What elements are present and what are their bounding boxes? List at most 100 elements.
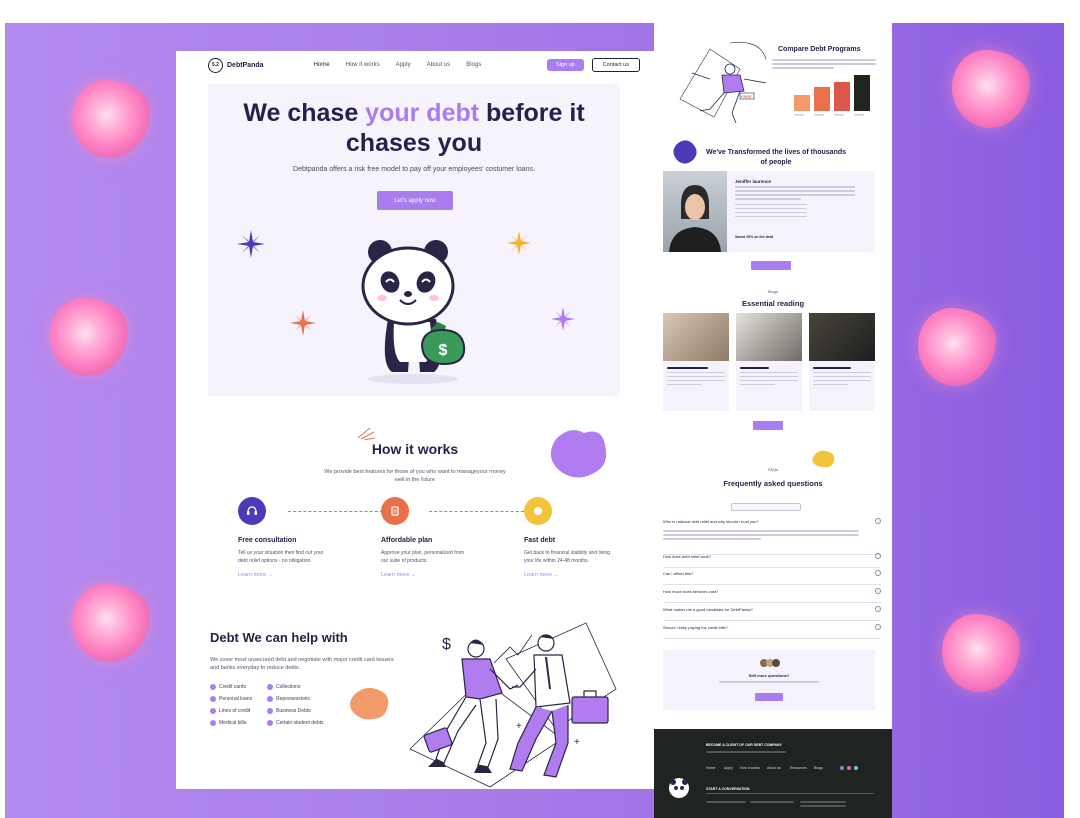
blogs-tag: Blogs [767, 289, 778, 294]
footer-link[interactable]: Home [706, 766, 715, 770]
faq-item[interactable]: Who is national debt relief and why shou… [663, 518, 881, 555]
see-more-blogs-button[interactable] [753, 421, 783, 430]
chevron-down-icon [875, 553, 881, 559]
debt-type-item: Lines of credit [210, 708, 267, 714]
hero-section: We chase your debt before it chases you … [208, 84, 620, 396]
debt-type-label: Personal loans [219, 696, 253, 702]
step-title: Fast debt [524, 537, 556, 544]
nav-about-us[interactable]: About us [427, 62, 451, 68]
check-icon [267, 684, 273, 690]
blog-card[interactable] [736, 313, 802, 411]
compare-programs-title: Compare Debt Programs [778, 46, 861, 53]
check-icon [267, 708, 273, 714]
contact-button[interactable]: Contact us [591, 58, 640, 72]
nav-blogs[interactable]: Blogs [466, 62, 481, 68]
comparison-bar-chart [794, 75, 870, 116]
nav-apply[interactable]: Apply [396, 62, 411, 68]
site-footer: BECOME A CLIENT OF OUR DEBT COMPANY Home… [654, 729, 892, 818]
footer-link[interactable]: How it works [740, 766, 760, 770]
blog-card[interactable] [809, 313, 875, 411]
debt-type-item: Credit cards [210, 684, 267, 690]
chevron-down-icon [875, 518, 881, 524]
faq-item[interactable]: How does debt relief work? [663, 553, 881, 568]
compare-programs-text [772, 59, 876, 73]
faq-item[interactable]: Can i afford this? [663, 570, 881, 585]
faq-question: What makes me a good candidate for DebtP… [663, 607, 753, 612]
step-title: Free consultation [238, 537, 297, 544]
sparkle-icon [551, 307, 575, 331]
purple-blob-decoration [550, 430, 607, 478]
testimonials-title: We've Transformed the lives of thousands… [706, 149, 847, 166]
more-questions-title: Still more questions? [748, 673, 790, 678]
instagram-icon[interactable] [847, 766, 851, 770]
step-description: Tell us your situation then find out you… [238, 550, 324, 564]
landing-page-left: 5.2 DebtPanda Home How it works Apply Ab… [176, 51, 654, 789]
faq-question: Should i keep paying my credit bills? [663, 625, 728, 630]
debt-type-item: Repossessions [267, 696, 347, 702]
step-description: Get back to financial stability and livi… [524, 550, 610, 564]
check-icon [267, 720, 273, 726]
nav-how-it-works[interactable]: How it works [346, 62, 380, 68]
chevron-down-icon [875, 606, 881, 612]
check-icon [210, 684, 216, 690]
sparkle-icon [290, 310, 316, 336]
learn-more-link[interactable]: Learn more → [238, 572, 328, 578]
faq-question: How much does services cost? [663, 589, 719, 594]
testimonial-saved: Saved 25% on the debt [735, 235, 774, 239]
debt-type-label: Medical bills [219, 720, 247, 726]
panda-logo-icon: 5.2 [208, 57, 223, 73]
panda-mascot-illustration: $ [361, 240, 466, 384]
faq-question: Who is national debt relief and why shou… [663, 519, 759, 524]
footer-link[interactable]: About us [767, 766, 781, 770]
svg-text:+: + [574, 737, 580, 748]
testimonial-name: Jeniffer laurence [735, 179, 772, 184]
step-description: Approve your plan, personalized from our… [381, 550, 465, 564]
sparkle-icon [237, 230, 265, 258]
blog-image [736, 313, 802, 361]
footer-link[interactable]: Resources [790, 766, 807, 770]
check-icon [210, 708, 216, 714]
testimonial-cta-button[interactable] [751, 261, 791, 270]
debt-type-item: Certain student debts [267, 720, 347, 726]
debt-type-item: Business Debts [267, 708, 347, 714]
indigo-blob-decoration [673, 140, 697, 164]
debt-section-subtitle: We cover most unsecured debt and negotia… [210, 657, 394, 671]
footer-link[interactable]: Blogs [814, 766, 823, 770]
signup-button[interactable]: Sign up [547, 59, 584, 71]
debt-type-label: Business Debts [276, 708, 311, 714]
debt-type-item: Personal loans [210, 696, 267, 702]
apply-now-button[interactable]: Let's apply now [377, 191, 453, 210]
faq-title: Frequently asked questions [723, 479, 823, 488]
coin-icon [524, 497, 552, 525]
learn-more-link[interactable]: Learn more → [381, 572, 471, 578]
yellow-blob-decoration [812, 450, 835, 468]
hero-title-accent: your debt [365, 99, 480, 127]
superhero-illustration: FREE [679, 42, 767, 124]
faq-item[interactable]: What makes me a good candidate for DebtP… [663, 606, 881, 621]
faq-item[interactable]: Should i keep paying my credit bills? [663, 624, 881, 639]
step-title: Affordable plan [381, 537, 433, 544]
faq-search-input[interactable] [731, 503, 801, 511]
facebook-icon[interactable] [840, 766, 844, 770]
faq-item[interactable]: How much does services cost? [663, 588, 881, 603]
blog-card[interactable] [663, 313, 729, 411]
brand-logo[interactable]: 5.2 DebtPanda [208, 57, 264, 73]
handshake-illustration: $ + + [409, 622, 617, 788]
learn-more-link[interactable]: Learn more → [524, 572, 614, 578]
get-in-touch-button[interactable] [755, 693, 783, 701]
team-avatars-icon [760, 659, 780, 667]
panda-logo-icon [669, 778, 689, 798]
nav-home[interactable]: Home [314, 62, 330, 68]
blog-image [809, 313, 875, 361]
footer-link[interactable]: Apply [724, 766, 733, 770]
social-icons [840, 766, 858, 770]
twitter-icon[interactable] [854, 766, 858, 770]
testimonial-photo [663, 171, 727, 252]
debt-type-item: Collections [267, 684, 347, 690]
more-questions-card: Still more questions? [663, 650, 875, 710]
footer-heading: BECOME A CLIENT OF OUR DEBT COMPANY [706, 743, 782, 747]
debt-type-label: Lines of credit [219, 708, 251, 714]
step-free-consultation: Free consultation Tell us your situation… [238, 497, 328, 578]
check-icon [210, 720, 216, 726]
check-icon [210, 696, 216, 702]
